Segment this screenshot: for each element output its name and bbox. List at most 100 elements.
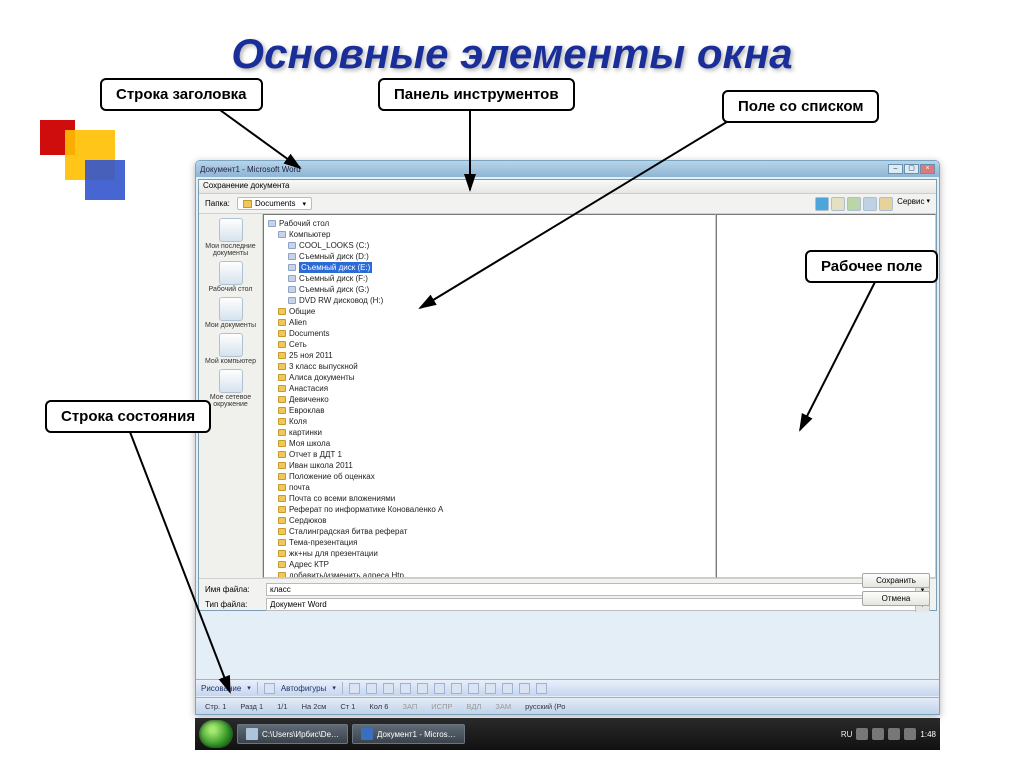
- folder-label: Папка:: [205, 199, 233, 208]
- select-tool-icon[interactable]: [264, 683, 275, 694]
- fill-color-icon[interactable]: [502, 683, 513, 694]
- recent-icon: [219, 218, 243, 242]
- network-icon: [219, 369, 243, 393]
- folder-icon: [278, 407, 286, 414]
- folder-combo[interactable]: Documents ▾: [237, 197, 312, 210]
- callout-work-area: Рабочее поле: [805, 250, 938, 283]
- status-zam: ЗАМ: [492, 702, 514, 711]
- cancel-button[interactable]: Отмена: [862, 591, 930, 606]
- save-dialog-title: Сохранение документа: [199, 180, 936, 194]
- close-button[interactable]: ×: [920, 164, 935, 174]
- chevron-down-icon: ▾: [247, 684, 251, 692]
- explorer-icon: [246, 728, 258, 740]
- taskbar-clock[interactable]: 1:48: [920, 730, 936, 739]
- autoshapes-menu[interactable]: Автофигуры: [281, 684, 327, 693]
- new-folder-icon[interactable]: [863, 197, 877, 211]
- folder-icon: [278, 517, 286, 524]
- tray-icon[interactable]: [872, 728, 884, 740]
- clipart-icon[interactable]: [468, 683, 479, 694]
- maximize-button[interactable]: ▢: [904, 164, 919, 174]
- status-section: Разд 1: [237, 702, 266, 711]
- arrow-tool-icon[interactable]: [366, 683, 377, 694]
- place-desktop[interactable]: Рабочий стол: [201, 261, 260, 293]
- status-col: Кол 6: [366, 702, 391, 711]
- drive-icon: [288, 242, 296, 249]
- file-name-input[interactable]: класс ▾: [266, 583, 930, 596]
- folder-icon: [278, 561, 286, 568]
- drawing-label[interactable]: Рисование: [201, 684, 241, 693]
- status-at: На 2см: [299, 702, 330, 711]
- taskbar-item-explorer[interactable]: C:\Users\Ирбис\De…: [237, 724, 348, 744]
- picture-icon[interactable]: [485, 683, 496, 694]
- diagram-icon[interactable]: [451, 683, 462, 694]
- start-button[interactable]: [199, 720, 233, 748]
- folder-icon: [278, 539, 286, 546]
- folder-icon: [278, 462, 286, 469]
- slide-title: Основные элементы окна: [0, 30, 1024, 78]
- drive-icon: [288, 286, 296, 293]
- folder-icon: [278, 572, 286, 578]
- drawing-toolbar: Рисование ▾ Автофигуры ▾: [196, 679, 939, 696]
- place-mydocs[interactable]: Мои документы: [201, 297, 260, 329]
- status-pages: 1/1: [274, 702, 290, 711]
- window-title-text: Документ1 - Microsoft Word: [200, 165, 301, 174]
- oval-tool-icon[interactable]: [400, 683, 411, 694]
- status-line: Ст 1: [337, 702, 358, 711]
- dvd-icon: [288, 297, 296, 304]
- volume-icon[interactable]: [888, 728, 900, 740]
- tray-icon[interactable]: [856, 728, 868, 740]
- folder-icon: [278, 385, 286, 392]
- line-tool-icon[interactable]: [349, 683, 360, 694]
- status-vdl: ВДЛ: [463, 702, 484, 711]
- service-menu[interactable]: Сервис: [897, 197, 924, 211]
- callout-title-bar: Строка заголовка: [100, 78, 263, 111]
- status-zap: ЗАП: [399, 702, 420, 711]
- folder-icon: [278, 451, 286, 458]
- folder-icon: [278, 352, 286, 359]
- save-button[interactable]: Сохранить: [862, 573, 930, 588]
- save-dialog-footer: Имя файла: класс ▾ Тип файла: Документ W…: [199, 578, 936, 615]
- taskbar-item-word[interactable]: Документ1 - Micros…: [352, 724, 465, 744]
- status-lang: русский (Ро: [522, 702, 568, 711]
- delete-icon[interactable]: [847, 197, 861, 211]
- textbox-tool-icon[interactable]: [417, 683, 428, 694]
- folder-icon: [278, 484, 286, 491]
- folder-icon: [278, 440, 286, 447]
- folder-tree[interactable]: Рабочий стол Компьютер COOL_LOOKS (C:) С…: [263, 214, 716, 578]
- status-bar: Стр. 1 Разд 1 1/1 На 2см Ст 1 Кол 6 ЗАП …: [196, 697, 939, 714]
- word-window: Документ1 - Microsoft Word – ▢ × Сохране…: [195, 160, 940, 715]
- decor-square-blue: [85, 160, 125, 200]
- folder-icon: [278, 363, 286, 370]
- wordart-icon[interactable]: [434, 683, 445, 694]
- folder-icon: [278, 506, 286, 513]
- network-icon[interactable]: [904, 728, 916, 740]
- file-type-combo[interactable]: Документ Word ▾: [266, 598, 930, 611]
- folder-icon: [278, 550, 286, 557]
- up-folder-icon[interactable]: [831, 197, 845, 211]
- folder-icon: [278, 528, 286, 535]
- folder-icon: [278, 429, 286, 436]
- save-dialog-toolbar: Папка: Documents ▾ Сервис ▾: [199, 194, 936, 214]
- chevron-down-icon: ▾: [302, 200, 306, 208]
- minimize-button[interactable]: –: [888, 164, 903, 174]
- place-mycomputer[interactable]: Мой компьютер: [201, 333, 260, 365]
- folder-icon: [278, 418, 286, 425]
- font-color-icon[interactable]: [536, 683, 547, 694]
- window-titlebar[interactable]: Документ1 - Microsoft Word – ▢ ×: [196, 161, 939, 177]
- desktop-icon: [219, 261, 243, 285]
- chevron-down-icon: ▾: [332, 684, 336, 692]
- back-icon[interactable]: [815, 197, 829, 211]
- drive-icon: [288, 264, 296, 271]
- rect-tool-icon[interactable]: [383, 683, 394, 694]
- folder-icon: [278, 319, 286, 326]
- status-page: Стр. 1: [202, 702, 229, 711]
- folder-icon: [278, 308, 286, 315]
- docs-icon: [219, 297, 243, 321]
- line-color-icon[interactable]: [519, 683, 530, 694]
- folder-icon: [278, 495, 286, 502]
- save-dialog: Сохранение документа Папка: Documents ▾ …: [198, 179, 937, 611]
- lang-indicator[interactable]: RU: [841, 730, 853, 739]
- place-recent[interactable]: Мои последние документы: [201, 218, 260, 257]
- file-name-label: Имя файла:: [205, 585, 261, 594]
- views-icon[interactable]: [879, 197, 893, 211]
